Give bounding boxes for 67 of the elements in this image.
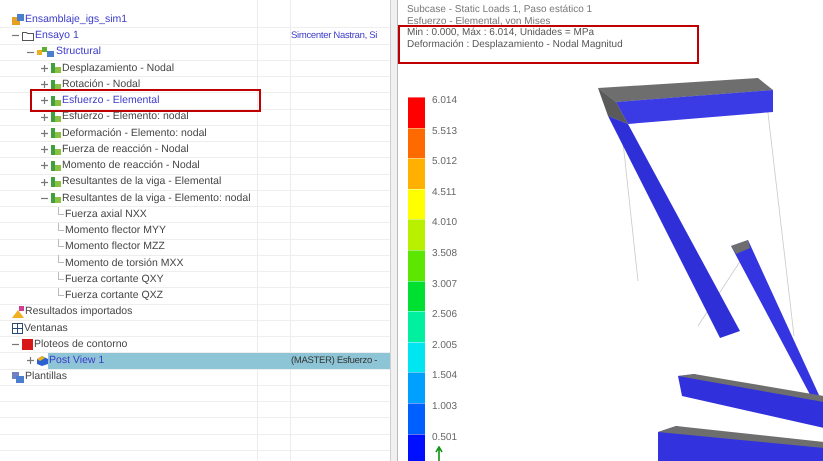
structure-icon [37, 46, 55, 58]
tree-item[interactable]: Ensayo 1 [34, 28, 79, 44]
contour-plot-icon [22, 339, 33, 350]
result-icon [51, 144, 61, 155]
imported-results-icon [12, 306, 24, 318]
tree-item[interactable]: Resultados importados [24, 304, 132, 320]
legend-value: 5.012 [432, 155, 458, 170]
tree-item[interactable]: Momento de torsión MXX [64, 256, 184, 272]
result-icon [51, 193, 61, 204]
result-icon [51, 160, 61, 171]
view-cube-icon [37, 356, 48, 366]
tree-item[interactable]: Fuerza de reacción - Nodal [61, 142, 189, 158]
result-icon [51, 128, 61, 138]
result-icon [51, 80, 61, 90]
tree-item[interactable]: Desplazamiento - Nodal [61, 60, 174, 76]
axis-triad-icon [434, 446, 444, 461]
legend-value: 5.513 [432, 124, 458, 139]
window-grid-icon [12, 322, 23, 334]
tree-item[interactable]: Plantillas [24, 369, 68, 385]
legend-value: 0.501 [432, 430, 458, 445]
expand-icon[interactable] [27, 357, 34, 364]
expand-icon[interactable] [41, 178, 48, 186]
tree-item[interactable]: Fuerza cortante QXZ [64, 288, 164, 304]
legend-value: 2.005 [432, 338, 458, 353]
tree-item[interactable]: Momento de reacción - Nodal [61, 158, 200, 174]
expand-icon[interactable] [41, 146, 48, 154]
tree-item[interactable]: Structural [55, 44, 101, 60]
result-icon [51, 63, 61, 74]
expand-icon[interactable] [41, 162, 48, 170]
expand-icon[interactable] [41, 130, 48, 137]
tree-item[interactable]: Momento flector MYY [64, 223, 166, 239]
templates-icon [12, 372, 24, 383]
expand-icon[interactable] [41, 97, 48, 104]
tree-item[interactable]: Esfuerzo - Elemental [30, 89, 261, 112]
info-line: Min : 0.000, Máx : 6.014, Unidades = MPa [407, 27, 596, 38]
simulation-icon [12, 14, 24, 26]
legend-value: 1.504 [432, 369, 458, 384]
legend-value: 4.010 [432, 216, 458, 230]
info-line: Deformación : Desplazamiento - Nodal Magnitud [407, 38, 623, 50]
expand-icon[interactable] [41, 81, 48, 88]
result-icon [51, 96, 61, 106]
tree-item[interactable]: Ventanas [23, 320, 68, 336]
expand-icon[interactable] [41, 64, 48, 72]
tree-item[interactable]: Resultantes de la viga - Elemento: nodal [61, 190, 251, 206]
legend-value: 2.506 [432, 308, 458, 322]
table-cell: (MASTER) Esfuerzo - [291, 354, 378, 368]
tree-item[interactable]: Deformación - Elemento: nodal [61, 126, 207, 142]
tree-item[interactable]: Post View 1 [48, 353, 104, 369]
result-icon [51, 112, 61, 122]
info-line: Subcase - Static Loads 1, Paso estático 1 [407, 4, 594, 16]
tree-item[interactable]: Ensamblaje_igs_sim1 [24, 12, 128, 28]
legend-value: 4.511 [432, 186, 456, 200]
info-line: Esfuerzo - Elemental, von Mises [407, 16, 552, 27]
expand-icon[interactable] [41, 114, 48, 121]
legend-value: 6.014 [432, 94, 458, 108]
tree-item[interactable]: Ploteos de contorno [33, 336, 128, 352]
tree-item[interactable]: Fuerza cortante QXY [64, 272, 164, 288]
folder-icon [22, 30, 34, 41]
selection-bar[interactable] [48, 353, 390, 368]
tree-item[interactable]: Fuerza axial NXX [64, 206, 147, 222]
result-icon [51, 177, 61, 188]
table-cell: Simcenter Nastran, Si [291, 28, 378, 43]
legend-value: 1.003 [432, 400, 458, 414]
tree-item[interactable]: Momento flector MZZ [64, 239, 165, 255]
legend-value: 3.508 [432, 246, 458, 261]
tree-item[interactable]: Resultantes de la viga - Elemental [61, 174, 222, 190]
legend-value: 3.007 [432, 278, 458, 292]
